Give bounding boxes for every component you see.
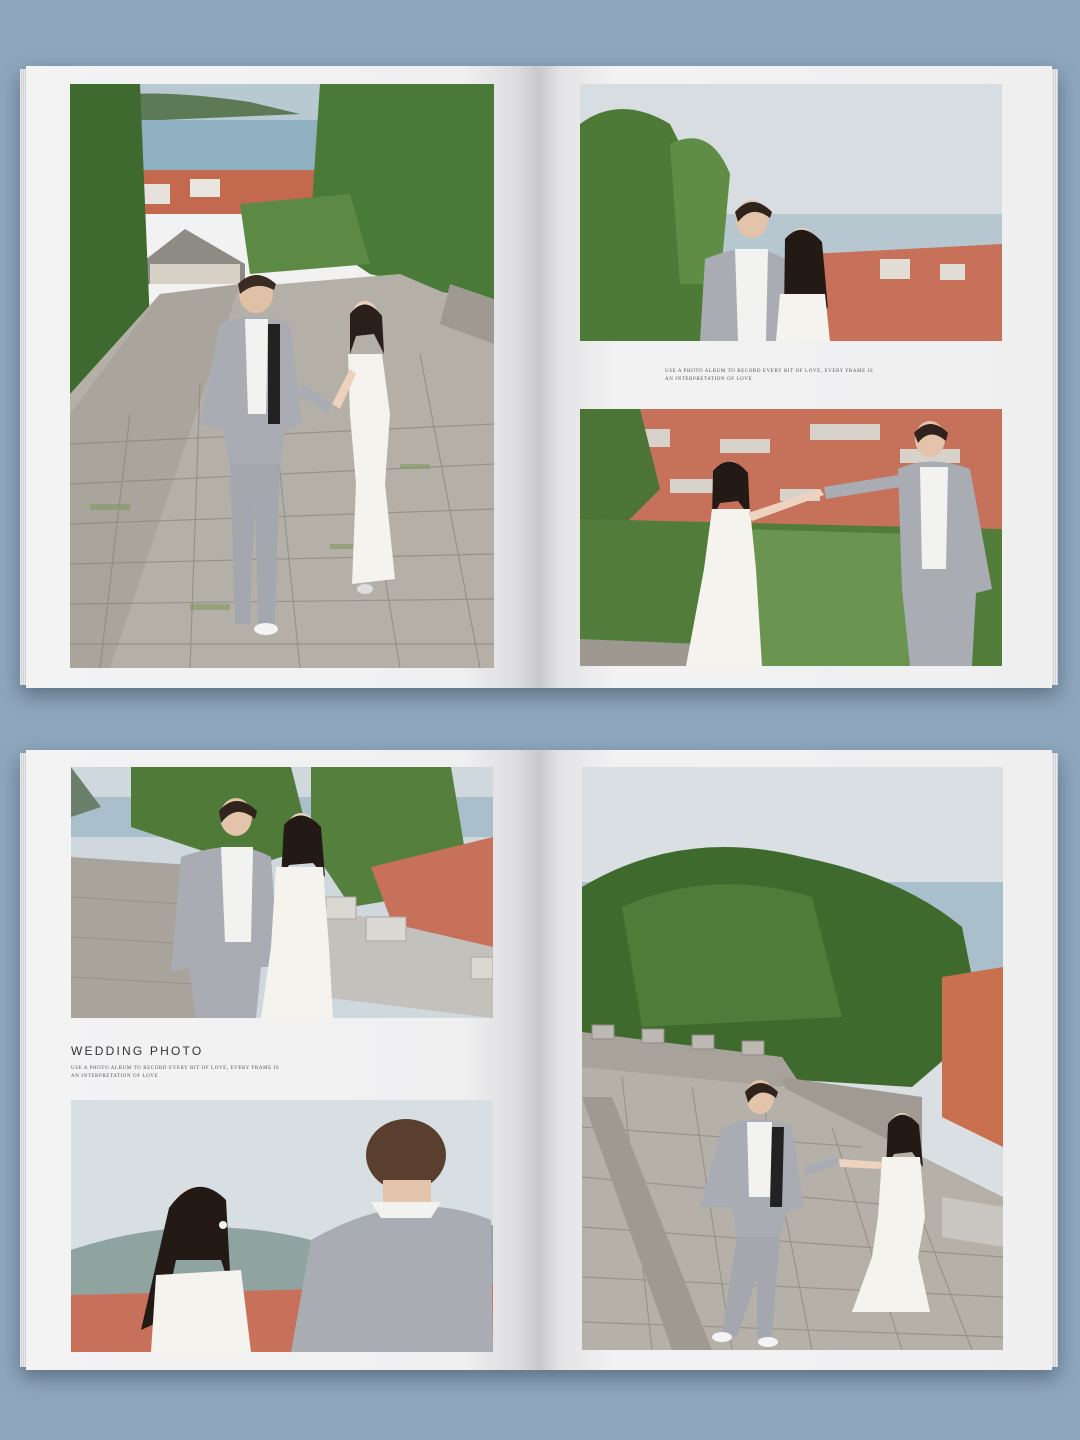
photo-couple-smiling [580, 84, 1002, 341]
album-page-left: WEDDING PHOTO USE A PHOTO ALBUM TO RECOR… [26, 750, 539, 1370]
caption-line-2: AN INTERPRETATION OF LOVE [71, 1074, 159, 1079]
caption-line-1: USE A PHOTO ALBUM TO RECORD EVERY BIT OF… [71, 1066, 280, 1071]
caption-line-2: AN INTERPRETATION OF LOVE [665, 377, 753, 382]
photo-couple-holding-hands [580, 409, 1002, 666]
page-edge-right [1052, 753, 1058, 1367]
caption-line-1: USE A PHOTO ALBUM TO RECORD EVERY BIT OF… [665, 369, 874, 374]
page-edge-right [1052, 69, 1058, 685]
album-spread-top: USE A PHOTO ALBUM TO RECORD EVERY BIT OF… [20, 66, 1058, 688]
album-title: WEDDING PHOTO [71, 1044, 204, 1058]
caption-text: USE A PHOTO ALBUM TO RECORD EVERY BIT OF… [71, 1065, 279, 1081]
photo-couple-stone-path [582, 767, 1003, 1350]
caption-text: USE A PHOTO ALBUM TO RECORD EVERY BIT OF… [665, 368, 873, 384]
photo-couple-wall [71, 767, 493, 1018]
album-page-right [539, 750, 1052, 1370]
photo-couple-path [70, 84, 494, 668]
album-spread-bottom: WEDDING PHOTO USE A PHOTO ALBUM TO RECOR… [20, 750, 1058, 1370]
album-page-left [26, 66, 539, 688]
photo-couple-closeup [71, 1100, 493, 1352]
album-page-right: USE A PHOTO ALBUM TO RECORD EVERY BIT OF… [539, 66, 1052, 688]
